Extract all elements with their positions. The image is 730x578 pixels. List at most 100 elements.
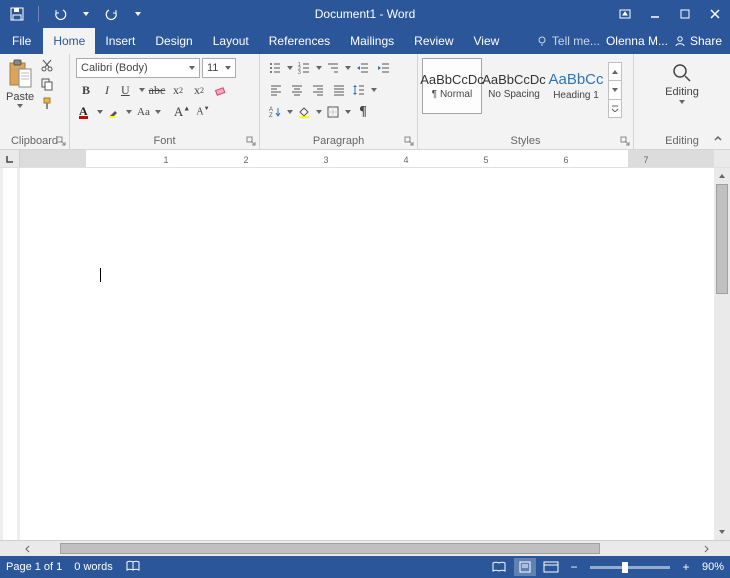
change-case-button[interactable]: Aa (134, 102, 162, 122)
scissors-icon (40, 58, 54, 72)
scroll-up-button[interactable] (714, 168, 730, 184)
word-count-status[interactable]: 0 words (74, 561, 113, 573)
minimize-button[interactable] (640, 0, 670, 28)
font-color-button[interactable]: A (76, 102, 104, 122)
indent-icon (377, 61, 391, 75)
decrease-indent-button[interactable] (353, 58, 373, 78)
close-button[interactable] (700, 0, 730, 28)
group-label-paragraph: Paragraph (260, 134, 417, 149)
align-center-button[interactable] (287, 80, 307, 100)
scroll-down-button[interactable] (714, 524, 730, 540)
share-button[interactable]: Share (674, 34, 722, 48)
sort-icon: AZ (268, 105, 282, 119)
style-no-spacing[interactable]: AaBbCcDc No Spacing (484, 58, 544, 114)
window-title: Document1 - Word (315, 7, 415, 21)
redo-button[interactable] (103, 5, 121, 23)
account-name[interactable]: Olenna M... (606, 34, 668, 48)
align-left-button[interactable] (266, 80, 286, 100)
tab-file[interactable]: File (0, 28, 43, 54)
svg-text:Z: Z (269, 113, 273, 119)
borders-button[interactable] (324, 102, 352, 122)
tab-mailings[interactable]: Mailings (340, 28, 404, 54)
font-size-combo[interactable]: 11 (202, 58, 236, 78)
tab-insert[interactable]: Insert (95, 28, 145, 54)
page[interactable] (20, 176, 714, 540)
ruler-horizontal[interactable]: 1 2 3 4 5 6 7 (20, 150, 714, 167)
sort-button[interactable]: AZ (266, 102, 294, 122)
underline-button[interactable]: U (118, 80, 146, 100)
qat-customize[interactable] (129, 5, 147, 23)
vertical-scroll-thumb[interactable] (716, 184, 728, 294)
style-heading-1[interactable]: AaBbCc Heading 1 (546, 58, 606, 114)
paste-button[interactable]: Paste (4, 56, 36, 110)
styles-scroll-up[interactable] (609, 63, 621, 81)
shrink-font-button[interactable]: A▼ (193, 102, 213, 122)
undo-button[interactable] (51, 5, 69, 23)
paragraph-launcher[interactable] (404, 136, 414, 146)
styles-gallery-scroll (608, 62, 622, 118)
tab-view[interactable]: View (464, 28, 510, 54)
ruler-vertical[interactable] (0, 168, 20, 540)
tab-home[interactable]: Home (43, 28, 95, 54)
print-layout-button[interactable] (514, 558, 536, 576)
zoom-level[interactable]: 90% (698, 561, 724, 573)
styles-launcher[interactable] (620, 136, 630, 146)
justify-button[interactable] (329, 80, 349, 100)
tab-layout[interactable]: Layout (203, 28, 259, 54)
shading-button[interactable] (295, 102, 323, 122)
tell-me-search[interactable]: Tell me... (536, 34, 600, 48)
line-spacing-button[interactable] (350, 80, 378, 100)
zoom-in-button[interactable]: + (678, 559, 694, 575)
document-canvas[interactable] (20, 168, 714, 540)
styles-more-button[interactable] (609, 100, 621, 117)
italic-button[interactable]: I (97, 80, 117, 100)
increase-indent-button[interactable] (374, 58, 394, 78)
font-launcher[interactable] (246, 136, 256, 146)
ribbon-display-options[interactable] (610, 0, 640, 28)
numbering-button[interactable]: 123 (295, 58, 323, 78)
font-name-combo[interactable]: Calibri (Body) (76, 58, 200, 78)
bullets-button[interactable] (266, 58, 294, 78)
copy-button[interactable] (38, 75, 56, 93)
horizontal-scroll-thumb[interactable] (60, 543, 600, 554)
group-label-styles: Styles (418, 134, 633, 149)
styles-scroll-down[interactable] (609, 81, 621, 99)
tab-selector[interactable] (0, 150, 20, 167)
superscript-button[interactable]: x2 (189, 80, 209, 100)
collapse-ribbon-button[interactable] (710, 131, 726, 147)
highlight-icon (108, 106, 120, 118)
zoom-out-button[interactable]: − (566, 559, 582, 575)
group-label-font: Font (70, 134, 259, 149)
highlight-button[interactable] (105, 102, 133, 122)
undo-dropdown[interactable] (77, 5, 95, 23)
zoom-slider-thumb[interactable] (622, 562, 628, 573)
show-hide-button[interactable]: ¶ (353, 102, 373, 122)
maximize-button[interactable] (670, 0, 700, 28)
window-controls (610, 0, 730, 28)
clipboard-launcher[interactable] (56, 136, 66, 146)
format-painter-button[interactable] (38, 94, 56, 112)
grow-font-button[interactable]: A▲ (172, 102, 192, 122)
page-number-status[interactable]: Page 1 of 1 (6, 561, 62, 573)
web-layout-button[interactable] (540, 558, 562, 576)
style-normal[interactable]: AaBbCcDc ¶ Normal (422, 58, 482, 114)
read-mode-button[interactable] (488, 558, 510, 576)
horizontal-scrollbar[interactable] (36, 541, 698, 556)
spelling-status[interactable] (125, 559, 141, 576)
scroll-left-button[interactable] (20, 541, 36, 556)
person-icon (674, 35, 686, 47)
scroll-right-button[interactable] (698, 541, 714, 556)
tab-design[interactable]: Design (145, 28, 202, 54)
clear-formatting-button[interactable] (210, 80, 230, 100)
cut-button[interactable] (38, 56, 56, 74)
tab-review[interactable]: Review (404, 28, 463, 54)
zoom-slider[interactable] (590, 566, 670, 569)
align-right-button[interactable] (308, 80, 328, 100)
strikethrough-button[interactable]: abc (147, 80, 167, 100)
tab-references[interactable]: References (259, 28, 340, 54)
bold-button[interactable]: B (76, 80, 96, 100)
subscript-button[interactable]: x2 (168, 80, 188, 100)
editing-button[interactable]: Editing (655, 56, 709, 106)
multilevel-list-button[interactable] (324, 58, 352, 78)
save-button[interactable] (8, 5, 26, 23)
